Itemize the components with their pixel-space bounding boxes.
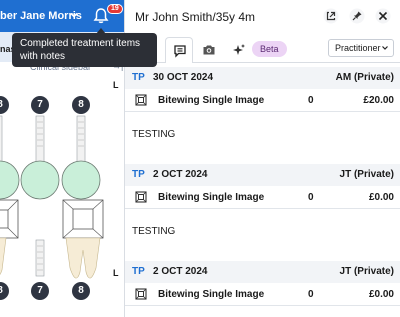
arch-side-label: L <box>113 268 119 278</box>
tooltip-text: Completed treatment items with notes <box>20 38 141 62</box>
record-provider: JT (Private) <box>339 169 394 180</box>
xray-icon <box>135 288 147 300</box>
treatment-price: £0.00 <box>368 289 394 300</box>
record-header[interactable]: TP 30 OCT 2024 AM (Private) <box>125 67 400 89</box>
tp-label: TP <box>132 72 145 83</box>
tooth-root <box>35 115 45 163</box>
chevron-down-icon <box>382 46 388 50</box>
treatment-item[interactable]: Bitewing Single Image 0 £0.00 <box>125 282 400 306</box>
camera-icon <box>203 45 215 55</box>
role-select[interactable]: Practitioner <box>328 39 394 57</box>
xray-icon <box>135 94 147 106</box>
record-provider: AM (Private) <box>335 72 394 83</box>
tooth-root <box>76 115 86 163</box>
treatment-note: TESTING <box>132 226 176 237</box>
record-date: 2 OCT 2024 <box>153 266 208 277</box>
tooth-number[interactable]: 7 <box>31 96 49 114</box>
tab-photos[interactable] <box>195 37 223 62</box>
notes-icon <box>174 45 186 58</box>
tp-label: TP <box>132 169 145 180</box>
close-icon[interactable] <box>375 8 391 24</box>
treatment-qty: 0 <box>308 95 314 106</box>
record-date: 30 OCT 2024 <box>153 72 214 83</box>
tooth-number[interactable]: 8 <box>72 96 90 114</box>
treatment-note: TESTING <box>132 129 176 140</box>
treatment-name: Bitewing Single Image <box>158 192 265 203</box>
treatment-item[interactable]: Bitewing Single Image 0 £20.00 <box>125 88 400 112</box>
tooltip: Completed treatment items with notes <box>12 33 157 67</box>
record-header[interactable]: TP 2 OCT 2024 JT (Private) <box>125 164 400 186</box>
treatment-item[interactable]: Bitewing Single Image 0 £0.00 <box>125 185 400 209</box>
sparkle-icon <box>233 44 245 55</box>
tab-notes[interactable] <box>165 37 193 63</box>
pin-icon[interactable] <box>349 8 365 24</box>
tooth-crown[interactable] <box>0 160 20 200</box>
role-select-value: Practitioner <box>335 43 381 53</box>
tooth-crown[interactable] <box>20 160 60 200</box>
treatment-name: Bitewing Single Image <box>158 95 265 106</box>
record-date: 2 OCT 2024 <box>153 169 208 180</box>
record-provider: JT (Private) <box>339 266 394 277</box>
tooth-number[interactable]: 7 <box>31 282 49 300</box>
tooth-number[interactable]: 8 <box>72 282 90 300</box>
arch-side-label: L <box>113 80 119 90</box>
treatment-price: £20.00 <box>363 95 394 106</box>
treatment-qty: 0 <box>308 192 314 203</box>
patient-title: Mr John Smith/35y 4m <box>135 10 256 24</box>
tooth-crown[interactable] <box>61 160 101 200</box>
external-link-icon[interactable] <box>323 8 339 24</box>
tooth-root <box>0 115 3 163</box>
record-header[interactable]: TP 2 OCT 2024 JT (Private) <box>125 261 400 283</box>
treatment-name: Bitewing Single Image <box>158 289 265 300</box>
treatment-price: £0.00 <box>368 192 394 203</box>
treatment-qty: 0 <box>308 289 314 300</box>
tp-label: TP <box>132 266 145 277</box>
xray-icon <box>135 191 147 203</box>
beta-badge: Beta <box>252 41 287 57</box>
patient-record-panel: Mr John Smith/35y 4m Beta Practitioner T… <box>124 0 400 317</box>
